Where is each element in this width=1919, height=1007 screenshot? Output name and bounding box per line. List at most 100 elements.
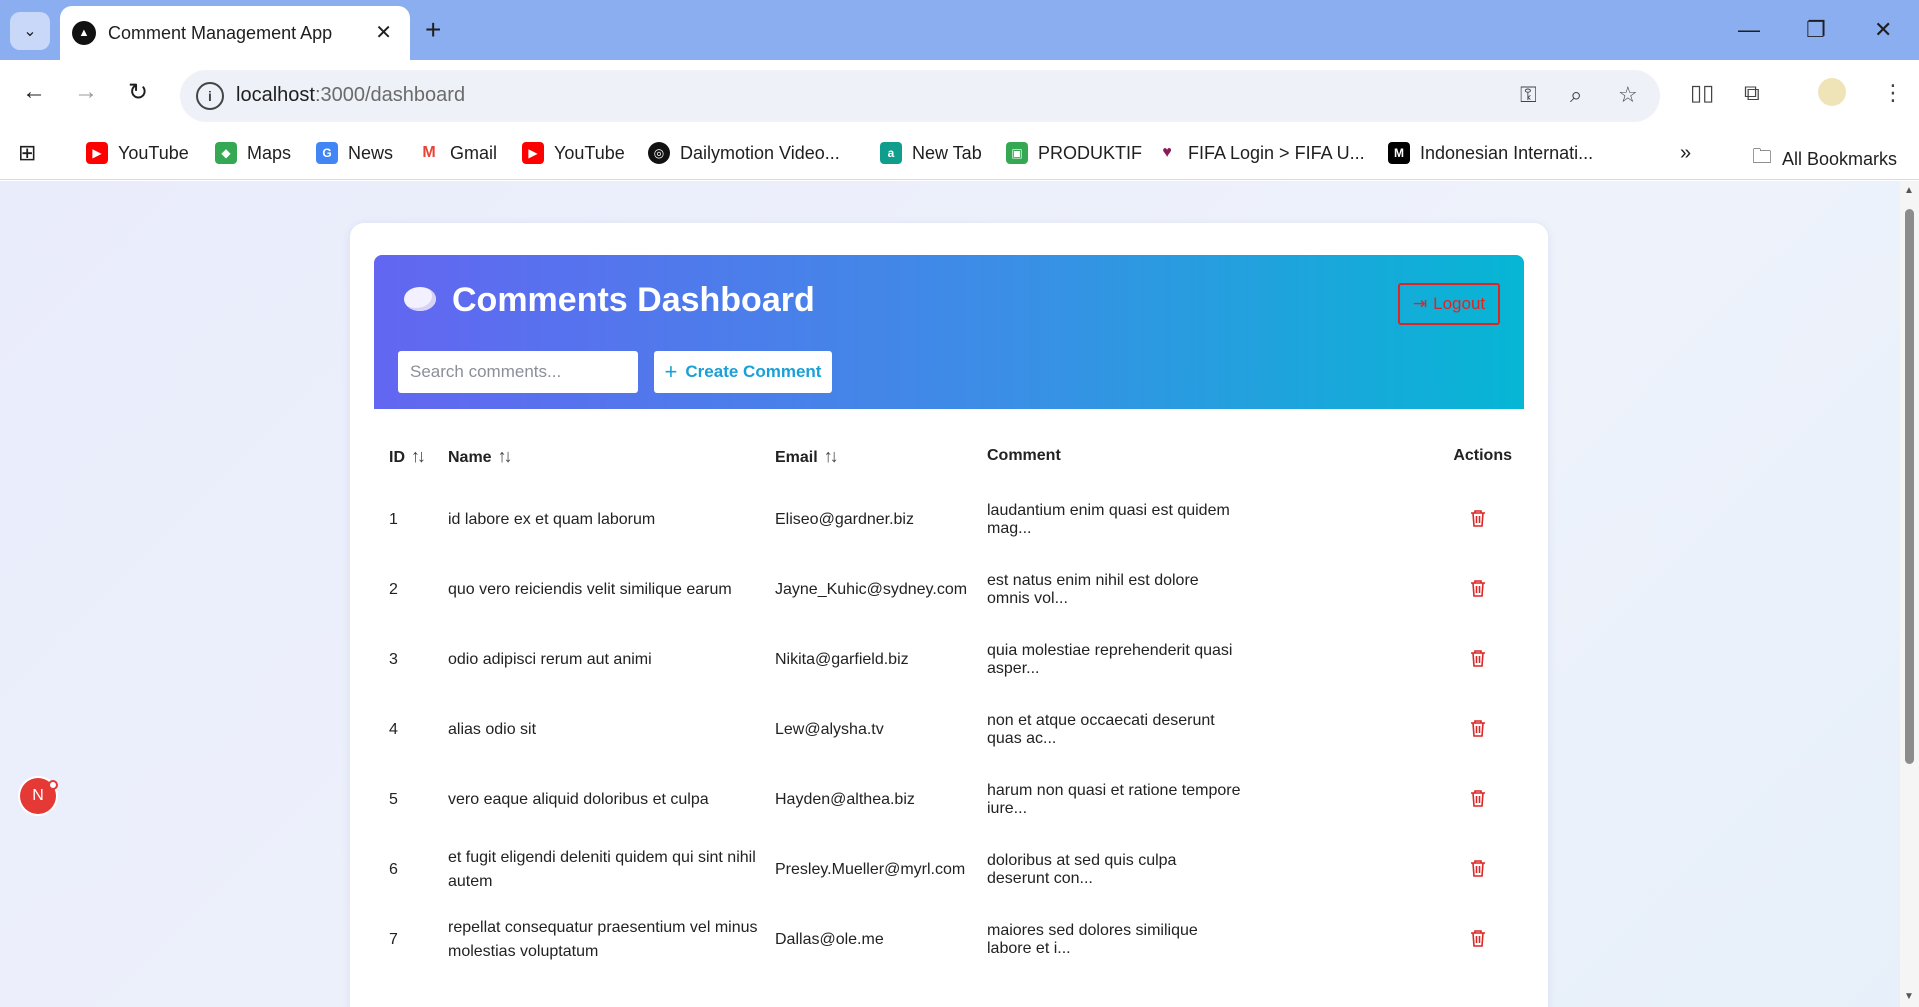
table-row: 4 alias odio sit Lew@alysha.tv non et atque… [374, 695, 1524, 765]
bookmark-star-icon[interactable]: ☆ [1618, 82, 1638, 108]
row-email: Presley.Mueller@myrl.com [775, 861, 966, 878]
site-info-icon[interactable]: i [196, 82, 224, 110]
bookmark-maps[interactable]: ◆ Maps [215, 142, 291, 164]
delete-trash-icon[interactable] [1468, 859, 1486, 877]
tab-title: Comment Management App [108, 22, 333, 43]
search-input[interactable] [398, 351, 638, 393]
row-comment: est natus enim nihil est dolore omnis vo… [987, 572, 1199, 607]
more-bookmarks-chevron-icon[interactable]: » [1680, 142, 1691, 165]
minimize-icon[interactable]: — [1738, 12, 1760, 48]
row-id: 6 [389, 861, 398, 878]
page-viewport: Comments Dashboard ⇥ Logout + Create Com… [0, 181, 1900, 1007]
column-header-comment: Comment [987, 447, 1061, 464]
delete-trash-icon[interactable] [1468, 789, 1486, 807]
delete-trash-icon[interactable] [1468, 929, 1486, 947]
comments-table: ID ↑↓ Name ↑↓ Email ↑↓ Comment Actions 1 id … [374, 427, 1524, 975]
reload-icon[interactable]: ↻ [128, 78, 148, 107]
bookmark-dailymotion[interactable]: ◎ Dailymotion Video... [648, 142, 840, 164]
row-name: id labore ex et quam laborum [448, 511, 656, 528]
column-header-email[interactable]: Email ↑↓ [760, 427, 972, 485]
row-comment: doloribus at sed quis culpa deserunt con… [987, 852, 1177, 887]
bookmark-gmail[interactable]: M Gmail [418, 142, 497, 164]
youtube-icon: ▶ [522, 142, 544, 164]
dashboard-header: Comments Dashboard ⇥ Logout + Create Com… [374, 255, 1524, 409]
bookmark-new-tab[interactable]: a New Tab [880, 142, 982, 164]
row-id: 5 [389, 791, 398, 808]
apps-grid-icon[interactable]: ⊞ [18, 140, 36, 166]
bookmark-youtube[interactable]: ▶ YouTube [86, 142, 189, 164]
extensions-puzzle-icon[interactable]: ⧉ [1744, 80, 1760, 106]
page-scrollbar[interactable]: ▲ ▼ [1900, 181, 1919, 1007]
sort-icon[interactable]: ↑↓ [498, 446, 513, 466]
tab-search-chevron-icon[interactable]: ⌄ [10, 12, 50, 50]
bookmark-produktif[interactable]: ▣ PRODUKTIF [1006, 142, 1142, 164]
row-email: Hayden@althea.biz [775, 791, 915, 808]
row-actions [1243, 695, 1524, 765]
row-email: Dallas@ole.me [775, 931, 884, 948]
plus-icon: + [664, 359, 678, 384]
bookmarks-bar: ⊞ ▶ YouTube ◆ Maps G News M Gmail ▶ YouTube ◎… [0, 130, 1919, 180]
table-row: 3 odio adipisci rerum aut animi Nikita@gar… [374, 625, 1524, 695]
row-comment: non et atque occaecati deserunt quas ac.… [987, 712, 1215, 747]
table-row: 1 id labore ex et quam laborum Eliseo@gard… [374, 485, 1524, 555]
window-close-icon[interactable]: ✕ [1874, 12, 1892, 48]
forward-arrow-icon[interactable]: → [74, 78, 98, 106]
row-actions [1243, 765, 1524, 835]
m-icon: M [1388, 142, 1410, 164]
bookmark-fifa[interactable]: ♥ FIFA Login > FIFA U... [1156, 142, 1365, 164]
gmail-icon: M [418, 142, 440, 164]
bookmark-youtube-2[interactable]: ▶ YouTube [522, 142, 625, 164]
bookmark-news[interactable]: G News [316, 142, 393, 164]
delete-trash-icon[interactable] [1468, 719, 1486, 737]
row-comment: laudantium enim quasi est quidem mag... [987, 502, 1230, 537]
table-row: 7 repellat consequatur praesentium vel mi… [374, 905, 1524, 975]
sort-icon[interactable]: ↑↓ [824, 446, 839, 466]
delete-trash-icon[interactable] [1468, 579, 1486, 597]
column-header-name[interactable]: Name ↑↓ [433, 427, 760, 485]
bookmark-indonesian[interactable]: M Indonesian Internati... [1388, 142, 1593, 164]
row-id: 3 [389, 651, 398, 668]
delete-trash-icon[interactable] [1468, 509, 1486, 527]
password-key-icon[interactable]: ⚿ [1520, 82, 1537, 108]
delete-trash-icon[interactable] [1468, 649, 1486, 667]
table-header-row: ID ↑↓ Name ↑↓ Email ↑↓ Comment Actions [374, 427, 1524, 485]
create-comment-button[interactable]: + Create Comment [654, 351, 832, 393]
row-name: et fugit eligendi deleniti quidem qui si… [448, 849, 756, 890]
zoom-icon[interactable]: ⌕ [1570, 82, 1582, 108]
sort-icon[interactable]: ↑↓ [411, 446, 426, 466]
new-tab-plus-icon[interactable]: + [425, 12, 441, 48]
scroll-down-arrow-icon[interactable]: ▼ [1904, 991, 1914, 1002]
dailymotion-icon: ◎ [648, 142, 670, 164]
scroll-up-arrow-icon[interactable]: ▲ [1904, 185, 1914, 196]
profile-avatar-icon[interactable] [1818, 78, 1846, 106]
address-bar[interactable]: i localhost:3000/dashboard ⚿ ⌕ ☆ [180, 70, 1660, 122]
back-arrow-icon[interactable]: ← [22, 78, 46, 106]
column-header-id[interactable]: ID ↑↓ [374, 427, 433, 485]
column-header-actions: Actions [1453, 447, 1512, 464]
all-bookmarks[interactable]: 🗀 All Bookmarks [1752, 142, 1897, 176]
row-actions [1243, 485, 1524, 555]
row-name: quo vero reiciendis velit similique earu… [448, 581, 732, 598]
restore-icon[interactable]: ❐ [1806, 12, 1826, 48]
dev-indicator-dot [48, 780, 58, 790]
youtube-icon: ▶ [86, 142, 108, 164]
active-tab[interactable]: ▲ Comment Management App ✕ [60, 6, 410, 60]
dashboard-card: Comments Dashboard ⇥ Logout + Create Com… [350, 223, 1548, 1007]
row-id: 1 [389, 511, 398, 528]
scroll-thumb[interactable] [1905, 209, 1914, 764]
row-name: repellat consequatur praesentium vel min… [448, 919, 758, 960]
row-name: vero eaque aliquid doloribus et culpa [448, 791, 709, 808]
table-row: 5 vero eaque aliquid doloribus et culpa Ha… [374, 765, 1524, 835]
row-comment: quia molestiae reprehenderit quasi asper… [987, 642, 1233, 677]
close-tab-icon[interactable]: ✕ [375, 20, 392, 45]
maps-icon: ◆ [215, 142, 237, 164]
logout-button[interactable]: ⇥ Logout [1398, 283, 1500, 325]
browser-toolbar: ← → ↻ i localhost:3000/dashboard ⚿ ⌕ ☆ ▯… [0, 60, 1919, 130]
table-row: 2 quo vero reiciendis velit similique ear… [374, 555, 1524, 625]
more-menu-icon[interactable]: ⋮ [1882, 80, 1904, 106]
row-email: Lew@alysha.tv [775, 721, 884, 738]
row-comment: harum non quasi et ratione tempore iure.… [987, 782, 1241, 817]
reading-mode-icon[interactable]: ▯▯ [1690, 80, 1714, 106]
speech-bubble-icon [404, 287, 436, 311]
row-actions [1243, 625, 1524, 695]
